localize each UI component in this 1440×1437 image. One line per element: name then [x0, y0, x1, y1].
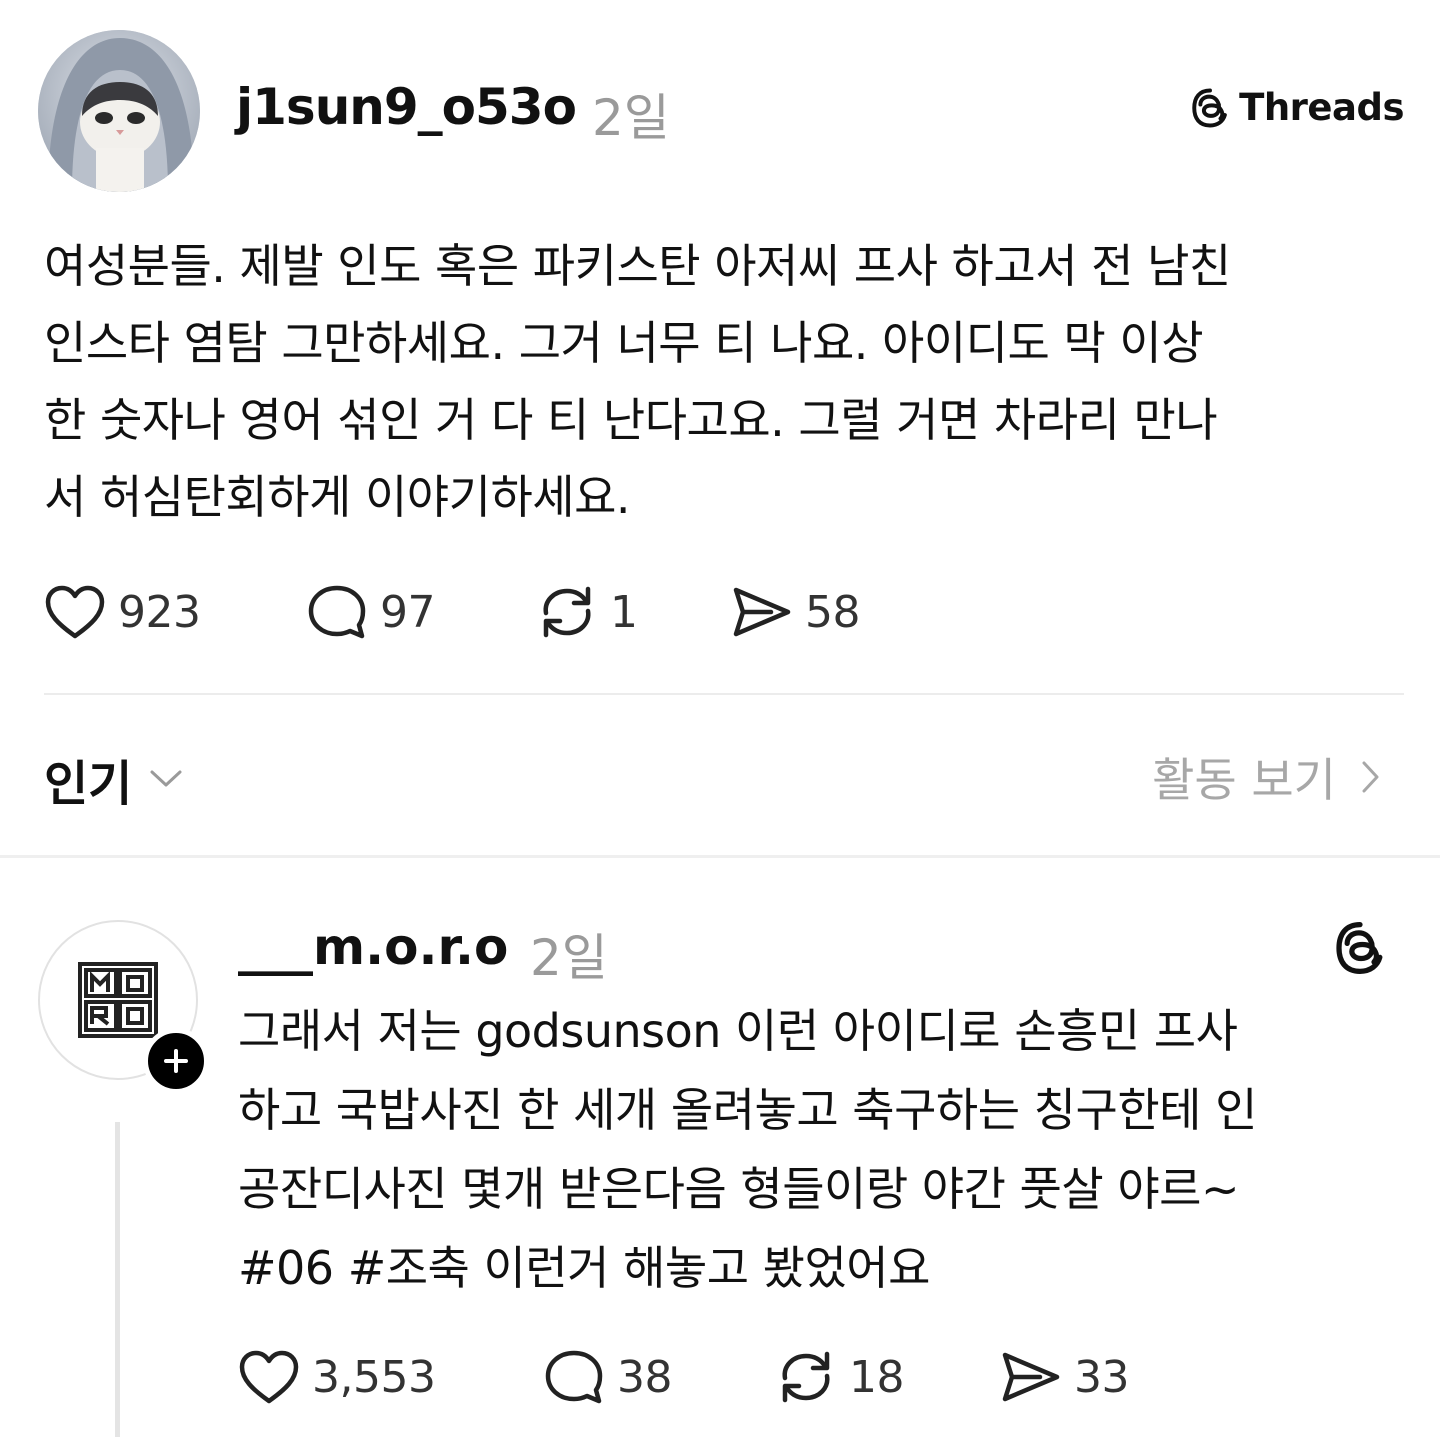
send-icon [1002, 1352, 1060, 1402]
heart-icon [45, 585, 105, 639]
share-count: 58 [805, 586, 861, 638]
heart-icon [239, 1350, 299, 1404]
username-reply-author[interactable]: ___m.o.r.o [238, 918, 508, 976]
reply-button[interactable]: 97 [306, 583, 536, 641]
speech-bubble-icon [545, 1350, 603, 1404]
repost-button[interactable]: 1 [536, 583, 731, 641]
reply-text-line: 공잔디사진 몇개 받은다음 형들이랑 야간 풋살 야르~ [238, 1162, 1240, 1216]
repost-button[interactable]: 18 [775, 1348, 1000, 1406]
follow-button[interactable] [143, 1028, 209, 1094]
post-timestamp: 2일 [592, 89, 670, 147]
like-count: 3,553 [312, 1351, 436, 1403]
repost-icon [782, 1351, 830, 1403]
view-activity-label: 활동 보기 [1152, 753, 1336, 807]
cat-avatar-image [38, 30, 200, 192]
sort-dropdown[interactable]: 인기 [44, 744, 184, 814]
share-button[interactable]: 58 [731, 584, 861, 640]
post-text-line: 서 허심탄회하게 이야기하세요. [44, 470, 631, 524]
reply-actions: 3,553 38 18 33 [238, 1345, 1130, 1409]
share-button[interactable]: 33 [1000, 1349, 1130, 1405]
reply-timestamp: 2일 [530, 929, 608, 987]
threads-screenshot: j1sun9_o53o 2일 Threads 여성분들. 제발 인도 혹은 파키… [0, 0, 1440, 1437]
avatar-original-poster[interactable] [38, 30, 200, 192]
share-count: 33 [1074, 1351, 1130, 1403]
reply-count: 38 [617, 1351, 673, 1403]
like-button[interactable]: 3,553 [238, 1349, 543, 1405]
threads-brand-label: Threads [1239, 86, 1404, 129]
repost-count: 18 [849, 1351, 905, 1403]
threads-logo-icon[interactable] [1332, 920, 1388, 976]
repost-icon [543, 586, 591, 638]
speech-bubble-icon [308, 585, 366, 639]
post-actions: 923 97 1 58 [44, 580, 861, 644]
post-text-line: 한 숫자나 영어 섞인 거 다 티 난다고요. 그럴 거면 차라리 만나 [44, 393, 1218, 447]
like-button[interactable]: 923 [44, 584, 306, 640]
reply-count: 97 [380, 586, 436, 638]
section-divider [0, 855, 1440, 858]
divider [44, 693, 1404, 695]
chevron-right-icon [1362, 761, 1379, 793]
reply-text-line: #06 #조축 이런거 해놓고 봤었어요 [238, 1241, 930, 1295]
thread-connector-line [115, 1122, 120, 1437]
username-original-poster[interactable]: j1sun9_o53o [236, 78, 577, 136]
threads-logo-icon [1192, 88, 1227, 127]
chevron-down-icon [150, 770, 182, 787]
like-count: 923 [118, 586, 201, 638]
repost-count: 1 [610, 586, 638, 638]
post-text-line: 여성분들. 제발 인도 혹은 파키스탄 아저씨 프사 하고서 전 남친 [44, 239, 1231, 293]
reply-text-line: 그래서 저는 godsunson 이런 아이디로 손흥민 프사 [238, 1004, 1238, 1058]
view-activity-link[interactable]: 활동 보기 [1152, 744, 1382, 810]
post-text: 여성분들. 제발 인도 혹은 파키스탄 아저씨 프사 하고서 전 남친 인스타 … [44, 228, 1404, 536]
reply-button[interactable]: 38 [543, 1348, 775, 1406]
send-icon [733, 587, 791, 637]
reply-text-line: 하고 국밥사진 한 세개 올려놓고 축구하는 칭구한테 인 [238, 1083, 1257, 1137]
post-text-line: 인스타 염탐 그만하세요. 그거 너무 티 나요. 아이디도 막 이상 [44, 316, 1204, 370]
threads-brand-badge: Threads [1189, 86, 1404, 129]
sort-label: 인기 [44, 756, 133, 812]
plus-icon [164, 1049, 188, 1073]
reply-text: 그래서 저는 godsunson 이런 아이디로 손흥민 프사 하고 국밥사진 … [238, 992, 1408, 1308]
